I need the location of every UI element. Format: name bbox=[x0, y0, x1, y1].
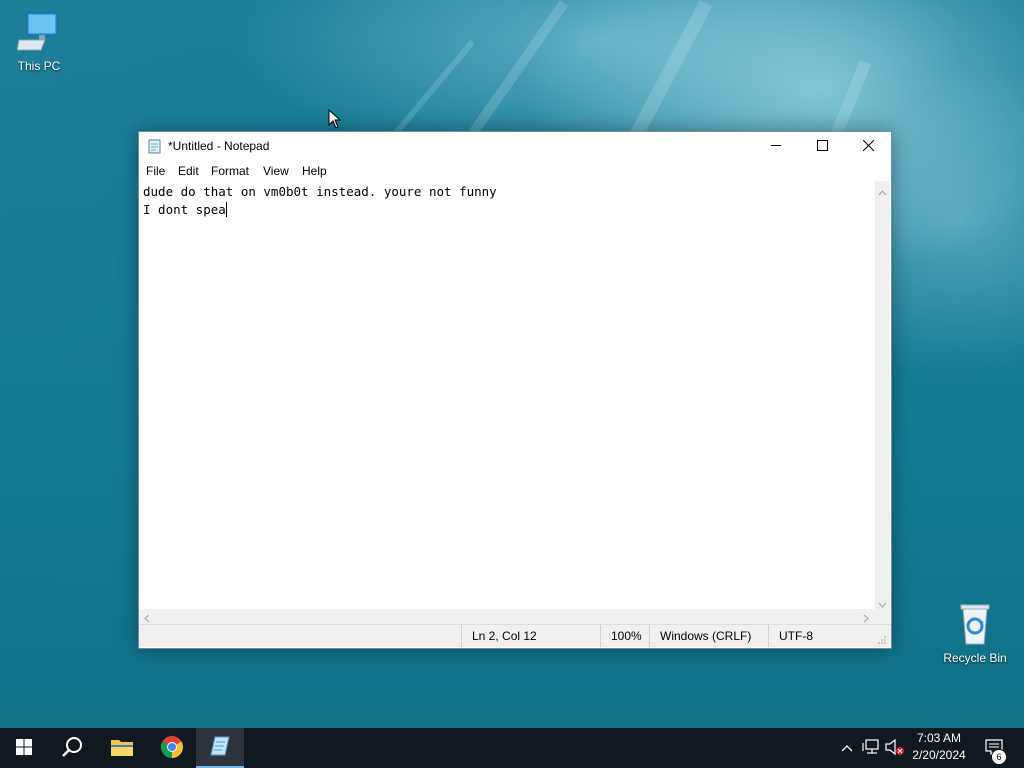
menu-bar: File Edit Format View Help bbox=[139, 161, 891, 181]
text-line-1: dude do that on vm0b0t instead. youre no… bbox=[143, 184, 497, 199]
recycle-bin-icon bbox=[953, 604, 997, 649]
scroll-up-icon[interactable] bbox=[878, 185, 887, 199]
status-position: Ln 2, Col 12 bbox=[461, 625, 600, 647]
computer-icon bbox=[16, 12, 61, 57]
show-hidden-icons-button[interactable] bbox=[838, 738, 856, 758]
file-explorer-button[interactable] bbox=[98, 728, 146, 768]
search-icon bbox=[61, 736, 83, 761]
resize-grip-icon[interactable] bbox=[877, 634, 887, 648]
maximize-button[interactable] bbox=[799, 132, 845, 161]
menu-view[interactable]: View bbox=[263, 164, 289, 178]
volume-muted-icon bbox=[885, 738, 905, 759]
minimize-button[interactable] bbox=[753, 132, 799, 161]
notification-count-badge: 6 bbox=[991, 749, 1007, 765]
minimize-icon bbox=[770, 140, 782, 154]
menu-help[interactable]: Help bbox=[302, 164, 327, 178]
text-line-2-content: I dont spea bbox=[143, 202, 226, 217]
taskbar: 7:03 AM 2/20/2024 6 bbox=[0, 728, 1024, 768]
close-button[interactable] bbox=[845, 132, 891, 161]
chrome-icon bbox=[160, 735, 184, 762]
notepad-icon bbox=[209, 735, 231, 760]
close-icon bbox=[862, 139, 874, 154]
clock-date: 2/20/2024 bbox=[912, 748, 966, 762]
chrome-button[interactable] bbox=[148, 728, 196, 768]
title-bar[interactable]: *Untitled - Notepad bbox=[139, 132, 891, 161]
desktop-icon-this-pc[interactable]: This PC bbox=[1, 10, 77, 73]
status-zoom: 100% bbox=[600, 625, 649, 647]
menu-file[interactable]: File bbox=[146, 164, 165, 178]
desktop-icon-label: This PC bbox=[17, 59, 61, 73]
network-icon bbox=[862, 738, 880, 758]
windows-start-icon bbox=[16, 738, 32, 758]
search-button[interactable] bbox=[48, 728, 96, 768]
mouse-cursor-icon bbox=[328, 108, 342, 132]
text-editor[interactable]: dude do that on vm0b0t instead. youre no… bbox=[139, 181, 875, 609]
notepad-icon bbox=[147, 138, 163, 157]
status-bar: Ln 2, Col 12 100% Windows (CRLF) UTF-8 bbox=[139, 624, 891, 647]
desktop-icon-recycle-bin[interactable]: Recycle Bin bbox=[937, 602, 1013, 665]
text-caret bbox=[225, 202, 227, 217]
start-button[interactable] bbox=[0, 728, 48, 768]
menu-edit[interactable]: Edit bbox=[178, 164, 199, 178]
notepad-window[interactable]: *Untitled - Notepad File Edit Format Vie… bbox=[138, 131, 892, 649]
desktop-icon-label: Recycle Bin bbox=[943, 651, 1007, 665]
vertical-scrollbar[interactable] bbox=[875, 181, 890, 609]
clock[interactable]: 7:03 AM 2/20/2024 bbox=[904, 730, 974, 764]
chevron-up-icon bbox=[841, 741, 853, 755]
status-encoding: UTF-8 bbox=[768, 625, 888, 647]
horizontal-scrollbar[interactable] bbox=[139, 609, 875, 624]
maximize-icon bbox=[816, 139, 828, 154]
file-explorer-icon bbox=[110, 737, 134, 760]
clock-time: 7:03 AM bbox=[916, 731, 962, 745]
status-line-ending: Windows (CRLF) bbox=[649, 625, 768, 647]
menu-format[interactable]: Format bbox=[211, 164, 249, 178]
window-title: *Untitled - Notepad bbox=[168, 139, 270, 153]
text-line-2: I dont spea bbox=[143, 202, 227, 217]
volume-button[interactable] bbox=[885, 738, 905, 759]
notepad-taskbar-button[interactable] bbox=[196, 728, 244, 768]
scrollbar-corner bbox=[875, 609, 890, 624]
network-button[interactable] bbox=[862, 738, 880, 758]
